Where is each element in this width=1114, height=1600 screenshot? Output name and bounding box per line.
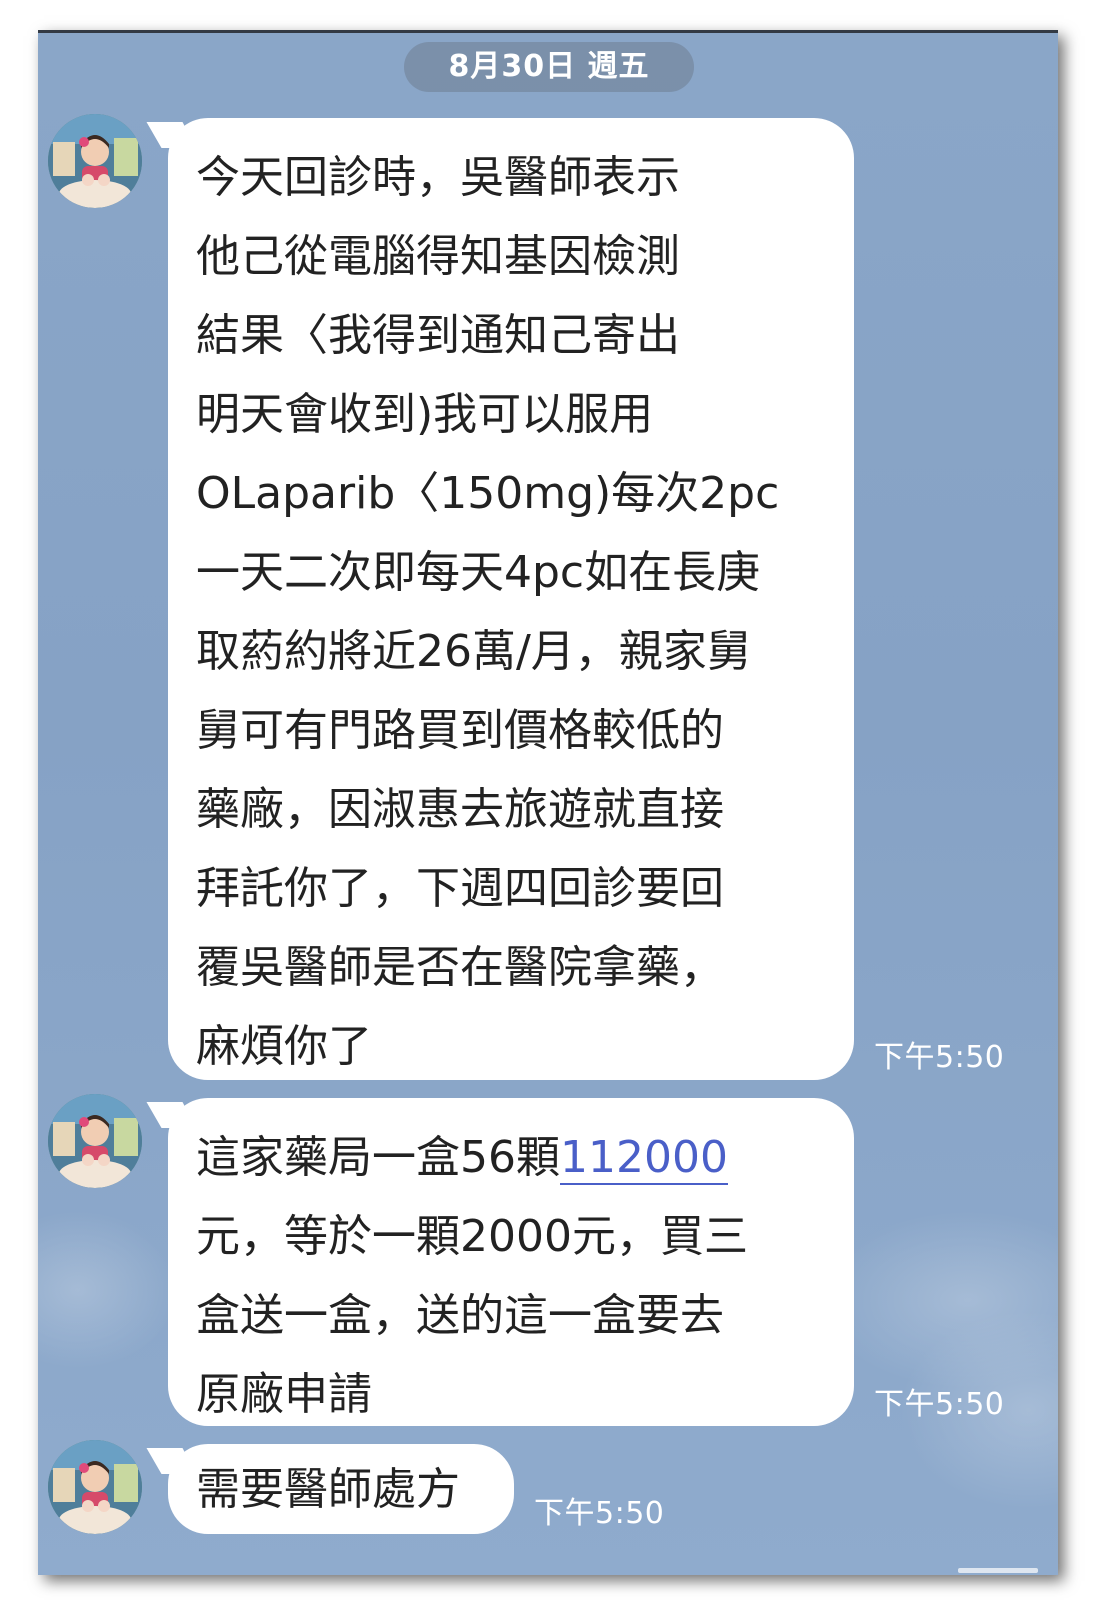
sender-avatar[interactable]	[48, 114, 142, 208]
child-photo-avatar-icon	[48, 1094, 142, 1188]
message-text-line: 他己從電腦得知基因檢測	[196, 231, 680, 282]
message-bubble[interactable]: 需要醫師處方	[168, 1444, 514, 1534]
message-text-line: OLaparib〈150mg)每次2pc	[196, 468, 780, 519]
message-timestamp: 下午5:50	[874, 1387, 1005, 1422]
message-text-line: 一天二次即每天4pc如在長庚	[196, 547, 761, 598]
sender-avatar[interactable]	[48, 1094, 142, 1188]
message-text-line: 今天回診時，吳醫師表示	[196, 152, 680, 203]
date-separator: 8月30日 週五	[404, 42, 694, 92]
message-bubble[interactable]: 今天回診時，吳醫師表示 他己從電腦得知基因檢測 結果〈我得到通知己寄出 明天會收…	[168, 118, 854, 1080]
message-text-line: 藥廠，因淑惠去旅遊就直接	[196, 784, 724, 835]
child-photo-avatar-icon	[48, 114, 142, 208]
message-text-line: 拜託你了，下週四回診要回	[196, 863, 724, 914]
message-text-line: 需要醫師處方	[196, 1464, 460, 1515]
message-timestamp: 下午5:50	[534, 1496, 665, 1531]
child-photo-avatar-icon	[48, 1440, 142, 1534]
phone-number-link[interactable]: 112000	[560, 1132, 728, 1185]
message-text-line: 這家藥局一盒56顆112000	[196, 1118, 826, 1197]
message-bubble[interactable]: 這家藥局一盒56顆112000 元，等於一顆2000元，買三 盒送一盒，送的這一…	[168, 1098, 854, 1426]
sender-avatar[interactable]	[48, 1440, 142, 1534]
message-text-line: 原廠申請	[196, 1369, 372, 1420]
message-text-line: 盒送一盒，送的這一盒要去	[196, 1290, 724, 1341]
background-cloud	[38, 1210, 178, 1370]
chat-window: 8月30日 週五 今天回診時，吳醫師表示 他己從電腦得知基因檢測 結果〈我得到通…	[38, 30, 1058, 1575]
message-text-line: 結果〈我得到通知己寄出	[196, 310, 680, 361]
message-text-line: 麻煩你了	[196, 1021, 372, 1072]
message-text-line: 覆吳醫師是否在醫院拿藥，	[196, 942, 724, 993]
message-timestamp: 下午5:50	[874, 1040, 1005, 1075]
message-text-line: 元，等於一顆2000元，買三	[196, 1211, 748, 1262]
message-text-line: 取葯約將近26萬/月，親家舅	[196, 626, 751, 677]
scroll-indicator	[958, 1568, 1038, 1573]
message-text-line: 舅可有門路買到價格較低的	[196, 705, 724, 756]
message-text: 這家藥局一盒56顆	[196, 1132, 560, 1183]
message-text-line: 明天會收到)我可以服用	[196, 389, 654, 440]
